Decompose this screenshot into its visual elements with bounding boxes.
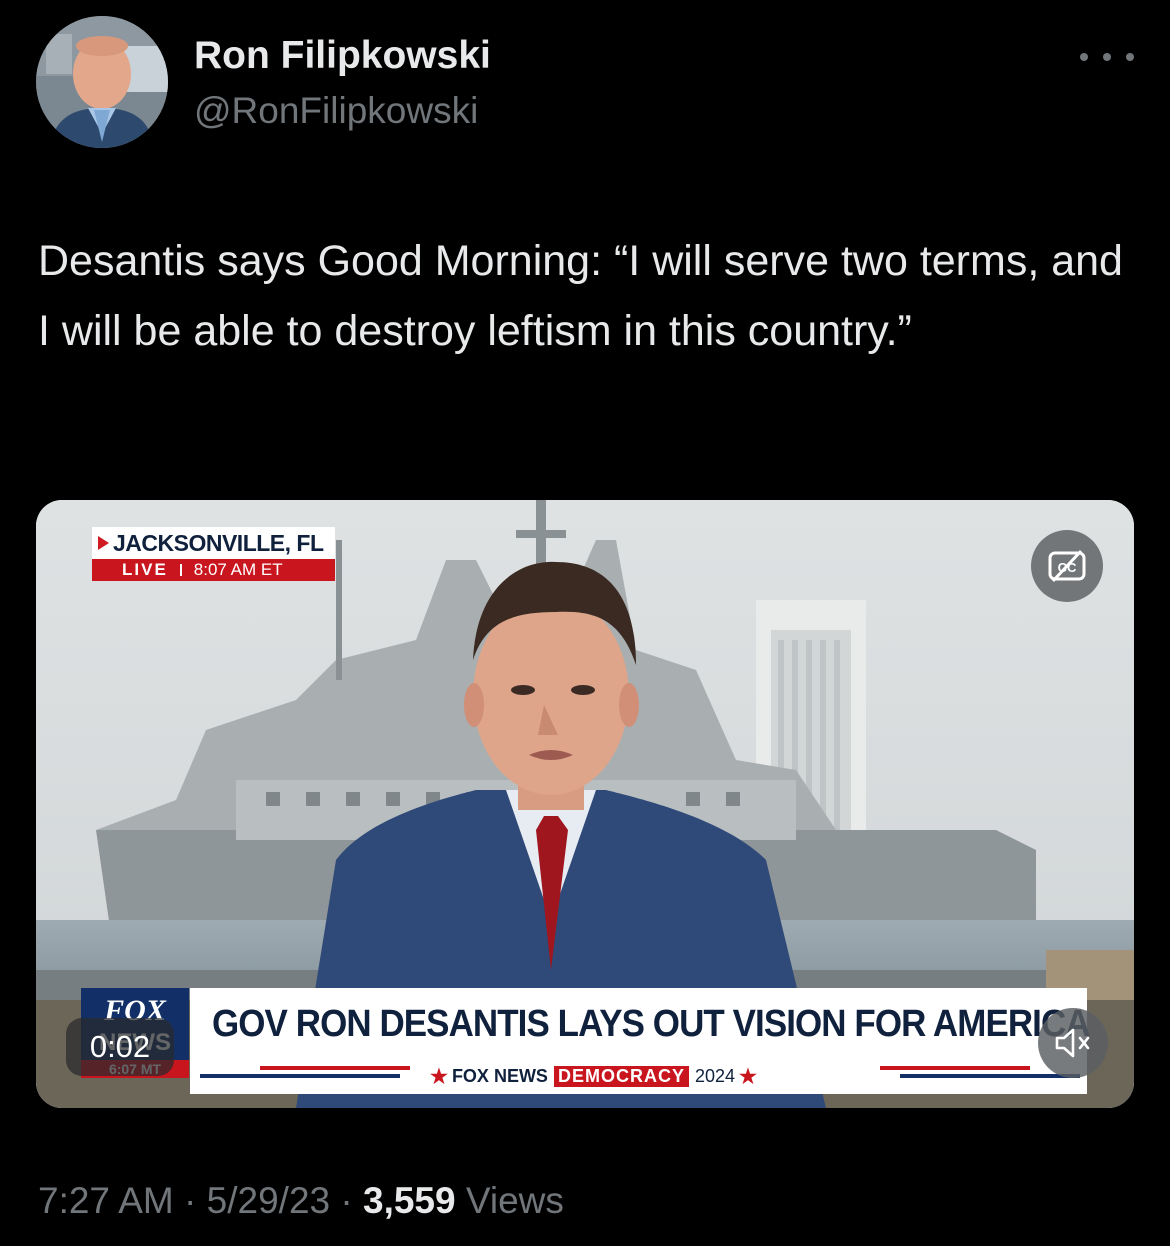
star-icon: ★ — [739, 1065, 757, 1088]
mute-button[interactable] — [1038, 1008, 1108, 1078]
captions-button[interactable]: CC — [1031, 530, 1103, 602]
red-stripe — [880, 1066, 1030, 1070]
play-triangle-icon — [98, 536, 109, 550]
views-label: Views — [465, 1180, 564, 1221]
live-label: LIVE — [122, 560, 168, 579]
sub-year: 2024 — [694, 1065, 736, 1086]
sub-band: ★ FOX NEWS DEMOCRACY 2024 ★ — [426, 1065, 761, 1088]
lower-third: GOV RON DESANTIS LAYS OUT VISION FOR AME… — [190, 988, 1091, 1094]
tweet-text: Desantis says Good Morning: “I will serv… — [38, 237, 1123, 355]
live-bar: LIVE 8:07 AM ET — [92, 559, 335, 581]
tweet-meta: 7:27 AM · 5/29/23 · 3,559 Views — [38, 1180, 564, 1222]
meta-separator: · — [184, 1180, 197, 1221]
red-stripe — [260, 1066, 410, 1070]
live-time: 8:07 AM ET — [193, 560, 283, 579]
sub-brand: FOX NEWS — [451, 1065, 548, 1086]
blue-stripe — [200, 1074, 400, 1078]
author-name[interactable]: Ron Filipkowski — [194, 34, 491, 78]
more-dot-icon — [1080, 53, 1088, 61]
more-dot-icon — [1103, 53, 1111, 61]
divider — [179, 564, 182, 576]
location-bug: JACKSONVILLE, FL LIVE 8:07 AM ET — [92, 527, 335, 584]
sub-tag: DEMOCRACY — [553, 1065, 689, 1087]
more-dot-icon — [1126, 53, 1134, 61]
location-text: JACKSONVILLE, FL — [113, 530, 324, 556]
post-date[interactable]: 5/29/23 — [207, 1180, 330, 1221]
location-name: JACKSONVILLE, FL — [92, 527, 335, 559]
avatar-image — [36, 16, 168, 148]
avatar[interactable] — [36, 16, 168, 148]
captions-off-icon: CC — [1048, 549, 1086, 583]
headline: GOV RON DESANTIS LAYS OUT VISION FOR AME… — [212, 1003, 1091, 1045]
views-count: 3,559 — [363, 1180, 456, 1221]
meta-separator: · — [340, 1180, 353, 1221]
elapsed-time-badge: 0:02 — [66, 1018, 174, 1076]
video-player[interactable]: JACKSONVILLE, FL LIVE 8:07 AM ET CC FOX N… — [36, 500, 1134, 1108]
author-handle[interactable]: @RonFilipkowski — [194, 90, 478, 132]
speaker-muted-icon — [1055, 1028, 1090, 1058]
blue-stripe — [900, 1074, 1080, 1078]
more-options-button[interactable] — [1080, 40, 1134, 74]
star-icon: ★ — [430, 1065, 448, 1088]
post-time[interactable]: 7:27 AM — [38, 1180, 174, 1221]
